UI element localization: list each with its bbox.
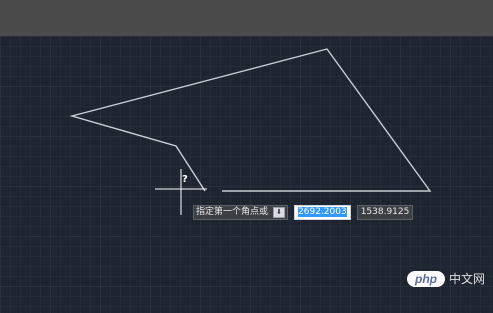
php-logo: php (406, 270, 445, 287)
prompt-text: 指定第一个角点或 (196, 207, 269, 217)
watermark-text: 中文网 (448, 272, 485, 286)
help-question-mark: ? (182, 174, 188, 185)
polyline-shape[interactable] (69, 48, 432, 192)
drawing-layer (69, 48, 432, 215)
dynamic-input-prompt: 指定第一个角点或 ⬇ (193, 205, 289, 220)
cad-window: ? 指定第一个角点或 ⬇ 2692.2003 1538.9125 php 中文网 (0, 0, 493, 313)
watermark: php 中文网 (406, 270, 485, 287)
dynamic-input-tooltip: 指定第一个角点或 ⬇ 2692.2003 1538.9125 (193, 205, 414, 220)
x-coordinate-field[interactable]: 2692.2003 (294, 205, 351, 220)
down-arrow-icon[interactable]: ⬇ (273, 207, 286, 218)
y-coordinate-field[interactable]: 1538.9125 (356, 205, 414, 220)
x-coordinate-value: 2692.2003 (298, 207, 347, 217)
